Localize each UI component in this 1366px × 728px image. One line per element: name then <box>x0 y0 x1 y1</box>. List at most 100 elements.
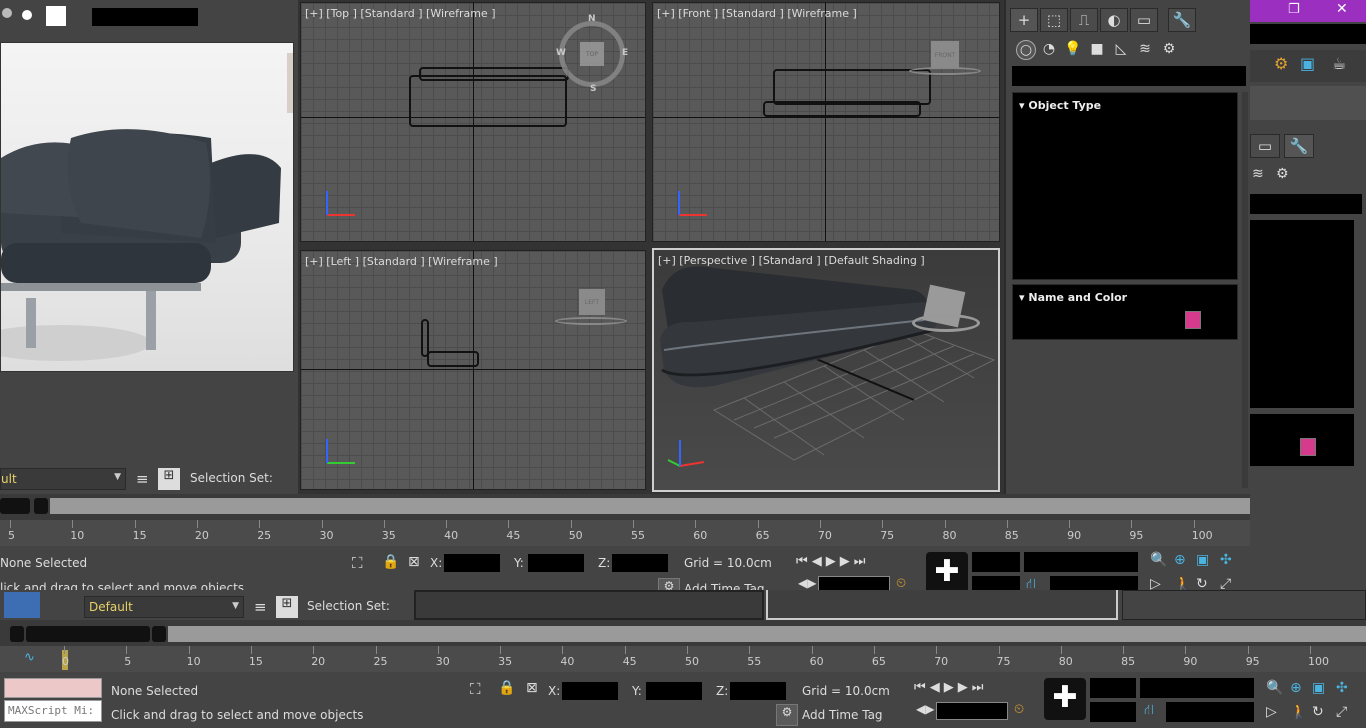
next-frame-button[interactable] <box>34 498 48 514</box>
image-name-field[interactable] <box>92 8 198 26</box>
orbit-icon[interactable]: ↻ <box>1312 704 1324 720</box>
zoom-extents-icon[interactable]: ▣ <box>1312 680 1325 696</box>
viewport-front[interactable]: FRONT [+] [Front ] [Standard ] [Wirefram… <box>652 2 1000 242</box>
time-config-icon[interactable]: ⏲ <box>896 576 906 591</box>
zoom-extents-icon[interactable]: ▣ <box>1196 552 1209 568</box>
zoom-extents-all-icon[interactable]: ✣ <box>1220 552 1232 568</box>
spacewarps-icon[interactable]: ≋ <box>1252 166 1264 182</box>
layer-dropdown[interactable]: Default ▼ <box>84 596 244 618</box>
tab-display-bg[interactable]: ▭ <box>1250 134 1280 158</box>
key-filter-field[interactable] <box>1090 702 1136 722</box>
time-slider-bottom[interactable] <box>0 620 1366 646</box>
color-swatch-white[interactable] <box>46 6 66 26</box>
scene-explorer-icon[interactable]: ⊞ <box>276 596 298 618</box>
curve-editor-icon[interactable]: ∿ <box>24 650 35 665</box>
tab-modify[interactable]: ⬚ <box>1040 8 1068 32</box>
layers-icon[interactable]: ≡ <box>136 470 149 488</box>
viewport-top[interactable]: TOP N S E W [+] [Top ] [Standard ] [Wire… <box>300 2 646 242</box>
x-field[interactable] <box>444 554 500 572</box>
tab-utilities-bg[interactable]: 🔧 <box>1284 134 1314 158</box>
time-tag-icon[interactable]: ⚙ <box>776 704 798 726</box>
render-icon[interactable]: ☕ <box>1332 54 1346 73</box>
viewcube[interactable]: FRONT <box>931 41 959 69</box>
lock-icon[interactable]: 🔒 <box>498 680 515 696</box>
y-field[interactable] <box>646 682 702 700</box>
viewport-left[interactable]: LEFT [+] [Left ] [Standard ] [Wireframe … <box>300 250 646 490</box>
time-slider-top[interactable] <box>0 494 1250 520</box>
close-button[interactable]: ✕ <box>1336 1 1348 17</box>
maxscript-listener-pink[interactable] <box>4 678 102 698</box>
key-mode-icon[interactable]: ◀▶ <box>916 702 934 716</box>
z-field[interactable] <box>612 554 668 572</box>
lock-icon[interactable]: 🔒 <box>382 554 399 570</box>
render-setup-icon[interactable]: ⚙ <box>1274 54 1288 73</box>
object-color-swatch[interactable] <box>1300 438 1316 456</box>
viewcube[interactable]: LEFT <box>579 289 605 315</box>
viewcube-compass[interactable]: TOP N S E W <box>556 14 628 94</box>
lights-icon[interactable]: 💡 <box>1064 40 1082 58</box>
isolate-icon[interactable]: ⛶ <box>470 680 481 698</box>
absolute-mode-icon[interactable]: ⊠ <box>408 554 420 570</box>
selection-filter[interactable] <box>1140 678 1254 698</box>
zoom-icon[interactable]: 🔍 <box>1266 680 1283 696</box>
z-field[interactable] <box>730 682 786 700</box>
layers-icon[interactable]: ≡ <box>254 598 267 616</box>
auto-key-button[interactable]: ✚ <box>926 552 968 594</box>
viewport-perspective[interactable]: [+] [Perspective ] [Standard ] [Default … <box>652 248 1000 492</box>
layer-dropdown[interactable]: ult ▼ <box>0 468 126 490</box>
toolbar-dot-icon[interactable] <box>0 6 14 20</box>
y-field[interactable] <box>528 554 584 572</box>
tab-display[interactable]: ▭ <box>1130 8 1158 32</box>
time-config-icon[interactable]: ⏲ <box>1014 702 1024 717</box>
key-filter-dropdown[interactable] <box>1166 702 1254 722</box>
track-bar-bottom[interactable]: ∿ 0 5 10 15 20 25 30 35 40 45 50 55 60 65 70 75 80 85 90 95… <box>0 646 1366 672</box>
key-mode-icon[interactable]: ◀▶ <box>798 576 816 590</box>
systems-icon[interactable]: ⚙ <box>1276 166 1289 182</box>
object-category-dropdown[interactable] <box>1012 66 1246 86</box>
geometry-icon[interactable]: ○ <box>1016 40 1036 60</box>
maxscript-mini-listener[interactable]: MAXScript Mi: <box>4 700 102 722</box>
maximize-viewport-icon[interactable]: ⤢ <box>1336 704 1347 720</box>
tab-motion[interactable]: ◐ <box>1100 8 1128 32</box>
tab-utilities[interactable]: 🔧 <box>1168 8 1196 32</box>
spacewarps-icon[interactable]: ≋ <box>1136 40 1154 58</box>
add-time-tag[interactable]: Add Time Tag <box>802 708 883 722</box>
systems-icon[interactable]: ⚙ <box>1160 40 1178 58</box>
scrollbar[interactable] <box>1242 92 1248 488</box>
playback-controls[interactable]: ⏮◀▶▶⏭ <box>914 680 987 695</box>
absolute-mode-icon[interactable]: ⊠ <box>526 680 538 696</box>
object-color-swatch[interactable] <box>1185 311 1201 329</box>
channel-dot-icon[interactable] <box>22 10 32 20</box>
current-frame-field[interactable] <box>936 702 1008 720</box>
zoom-all-icon[interactable]: ⊕ <box>1290 680 1302 696</box>
auto-key-button[interactable]: ✚ <box>1044 678 1086 720</box>
rollout-name-color[interactable]: ▾ Name and Color <box>1012 284 1238 340</box>
frame-slider[interactable] <box>26 626 150 642</box>
tab-hierarchy[interactable]: ⎍ <box>1070 8 1098 32</box>
rollout-object-type[interactable]: ▾ Object Type <box>1012 92 1238 280</box>
viewport-icon[interactable] <box>4 592 40 618</box>
track-bar-top[interactable]: 5 10 15 20 25 30 35 40 45 50 55 60 65 70 75 80 85 90 95 100 <box>0 520 1250 546</box>
isolate-icon[interactable]: ⛶ <box>352 554 363 572</box>
viewport-label[interactable]: [+] [Front ] [Standard ] [Wireframe ] <box>657 7 857 20</box>
selection-filter[interactable] <box>1024 552 1138 572</box>
field-of-view-icon[interactable]: ▷ <box>1266 704 1277 720</box>
cameras-icon[interactable]: ■ <box>1088 40 1106 58</box>
zoom-icon[interactable]: 🔍 <box>1150 552 1167 568</box>
rendered-frame-icon[interactable]: ▣ <box>1300 54 1315 73</box>
playback-controls[interactable]: ⏮◀▶▶⏭ <box>796 554 869 569</box>
viewport-label[interactable]: [+] [Left ] [Standard ] [Wireframe ] <box>305 255 498 268</box>
set-key-field[interactable] <box>1090 678 1136 698</box>
tab-create[interactable]: + <box>1010 8 1038 32</box>
viewport-label[interactable]: [+] [Top ] [Standard ] [Wireframe ] <box>305 7 496 20</box>
viewport-label[interactable]: [+] [Perspective ] [Standard ] [Default … <box>658 254 925 267</box>
x-field[interactable] <box>562 682 618 700</box>
walk-through-icon[interactable]: 🚶 <box>1290 704 1307 720</box>
key-filters-icon[interactable]: ⛙ <box>1144 702 1154 720</box>
helpers-icon[interactable]: ◺ <box>1112 40 1130 58</box>
zoom-extents-all-icon[interactable]: ✣ <box>1336 680 1348 696</box>
shapes-icon[interactable]: ◔ <box>1040 40 1058 58</box>
zoom-all-icon[interactable]: ⊕ <box>1174 552 1186 568</box>
restore-button[interactable]: ❐ <box>1288 2 1300 17</box>
set-key-field[interactable] <box>972 552 1020 572</box>
